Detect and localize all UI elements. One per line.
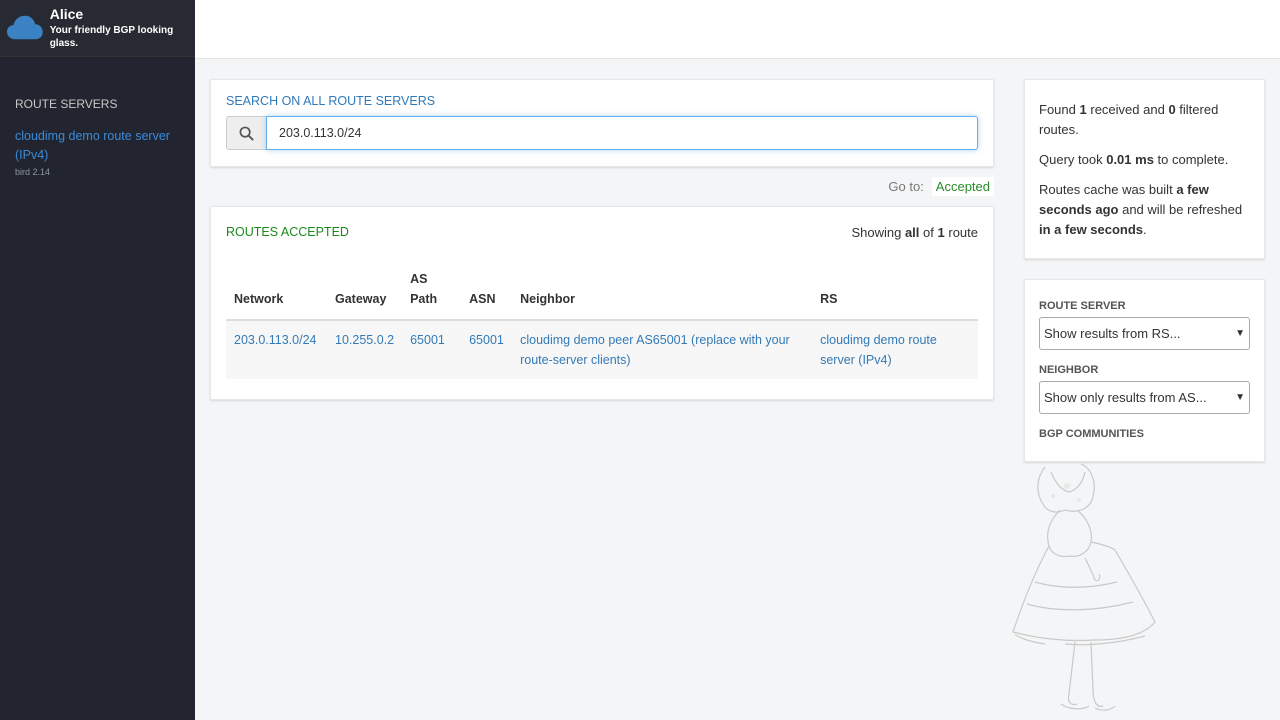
- count-all: all: [904, 224, 920, 240]
- sidebar: Alice Your friendly BGP looking glass. R…: [0, 0, 195, 720]
- neighbor-filter-label: NEIGHBOR: [1039, 364, 1099, 376]
- cache-mid: and will be refreshed: [1122, 202, 1243, 217]
- col-network[interactable]: Network: [226, 261, 327, 321]
- goto-accepted-link[interactable]: Accepted: [931, 177, 994, 196]
- filters-panel: ROUTE SERVER Show results from RS... ▼ N…: [1024, 279, 1265, 462]
- search-icon: [239, 126, 254, 141]
- cache-refresh: in a few seconds: [1039, 222, 1144, 237]
- received-count: 1: [1079, 102, 1087, 117]
- brand[interactable]: Alice Your friendly BGP looking glass.: [0, 0, 195, 57]
- search-row: [226, 116, 978, 150]
- count-of: of: [923, 224, 934, 240]
- route-servers-section: ROUTE SERVERS cloudimg demo route server…: [0, 57, 195, 177]
- neighbor-filter-select[interactable]: Show only results from AS... ▼: [1039, 381, 1250, 414]
- route-server-filter-select[interactable]: Show results from RS... ▼: [1039, 317, 1250, 350]
- route-server-filter-value: Show results from RS...: [1044, 326, 1181, 341]
- app-title: Alice: [49, 5, 84, 22]
- table-header-row: Network Gateway AS Path ASN Neighbor RS: [226, 261, 978, 321]
- cloud-logo-icon: [7, 15, 43, 40]
- stats-found: Found 1 received and 0 filtered routes.: [1039, 100, 1250, 140]
- top-bar: [195, 0, 1280, 59]
- stats-cache: Routes cache was built a few seconds ago…: [1039, 180, 1250, 240]
- col-as-path[interactable]: AS Path: [402, 261, 462, 321]
- count-total: 1: [937, 224, 945, 240]
- alice-illustration: [1012, 463, 1156, 711]
- received-mid: received and: [1090, 102, 1165, 117]
- col-neighbor[interactable]: Neighbor: [512, 261, 813, 321]
- stats-panel: Found 1 received and 0 filtered routes. …: [1024, 79, 1265, 259]
- found-prefix: Found: [1039, 102, 1076, 117]
- chevron-down-icon: ▼: [1235, 328, 1245, 339]
- cache-prefix: Routes cache was built: [1039, 182, 1173, 197]
- routes-table: Network Gateway AS Path ASN Neighbor RS …: [226, 261, 978, 379]
- route-server-version: bird 2.14: [15, 167, 51, 177]
- col-asn[interactable]: ASN: [461, 261, 513, 321]
- sidebar-item-route-server[interactable]: cloudimg demo route server (IPv4): [15, 127, 180, 165]
- query-time: 0.01 ms: [1106, 152, 1154, 167]
- search-input[interactable]: [266, 116, 978, 150]
- route-gateway-link[interactable]: 10.255.0.2: [335, 333, 394, 347]
- table-row[interactable]: 203.0.113.0/24 10.255.0.2 65001 65001 cl…: [226, 320, 978, 379]
- route-network-link[interactable]: 203.0.113.0/24: [234, 333, 316, 347]
- bgp-communities-label: BGP COMMUNITIES: [1039, 428, 1144, 440]
- cache-end: .: [1143, 222, 1147, 237]
- search-icon-addon: [226, 116, 266, 150]
- neighbor-filter-value: Show only results from AS...: [1044, 390, 1207, 405]
- query-suffix: to complete.: [1157, 152, 1229, 167]
- col-gateway[interactable]: Gateway: [327, 261, 403, 321]
- stats-query: Query took 0.01 ms to complete.: [1039, 150, 1250, 170]
- chevron-down-icon: ▼: [1235, 392, 1245, 403]
- query-prefix: Query took: [1039, 152, 1103, 167]
- route-servers-heading: ROUTE SERVERS: [15, 97, 118, 111]
- search-panel: SEARCH ON ALL ROUTE SERVERS: [210, 79, 994, 167]
- route-as-path-link[interactable]: 65001: [410, 333, 445, 347]
- route-server-filter-label: ROUTE SERVER: [1039, 300, 1126, 312]
- route-rs-link[interactable]: cloudimg demo route server (IPv4): [820, 333, 937, 367]
- routes-accepted-title: ROUTES ACCEPTED: [226, 225, 349, 239]
- col-as-path-label: AS Path: [410, 272, 438, 306]
- filtered-count: 0: [1168, 102, 1176, 117]
- goto-label: Go to:: [888, 179, 924, 194]
- routes-accepted-panel: ROUTES ACCEPTED Showing all of 1 route N…: [210, 206, 994, 400]
- col-rs[interactable]: RS: [812, 261, 978, 321]
- routes-count: Showing all of 1 route: [851, 225, 978, 240]
- app-tagline: Your friendly BGP looking glass.: [49, 25, 174, 49]
- search-title: SEARCH ON ALL ROUTE SERVERS: [226, 94, 436, 108]
- route-asn-link[interactable]: 65001: [469, 333, 504, 347]
- goto-bar: Go to: Accepted: [210, 177, 994, 196]
- count-prefix: Showing: [851, 224, 902, 240]
- count-unit: route: [948, 224, 978, 240]
- route-neighbor-link[interactable]: cloudimg demo peer AS65001 (replace with…: [520, 333, 790, 367]
